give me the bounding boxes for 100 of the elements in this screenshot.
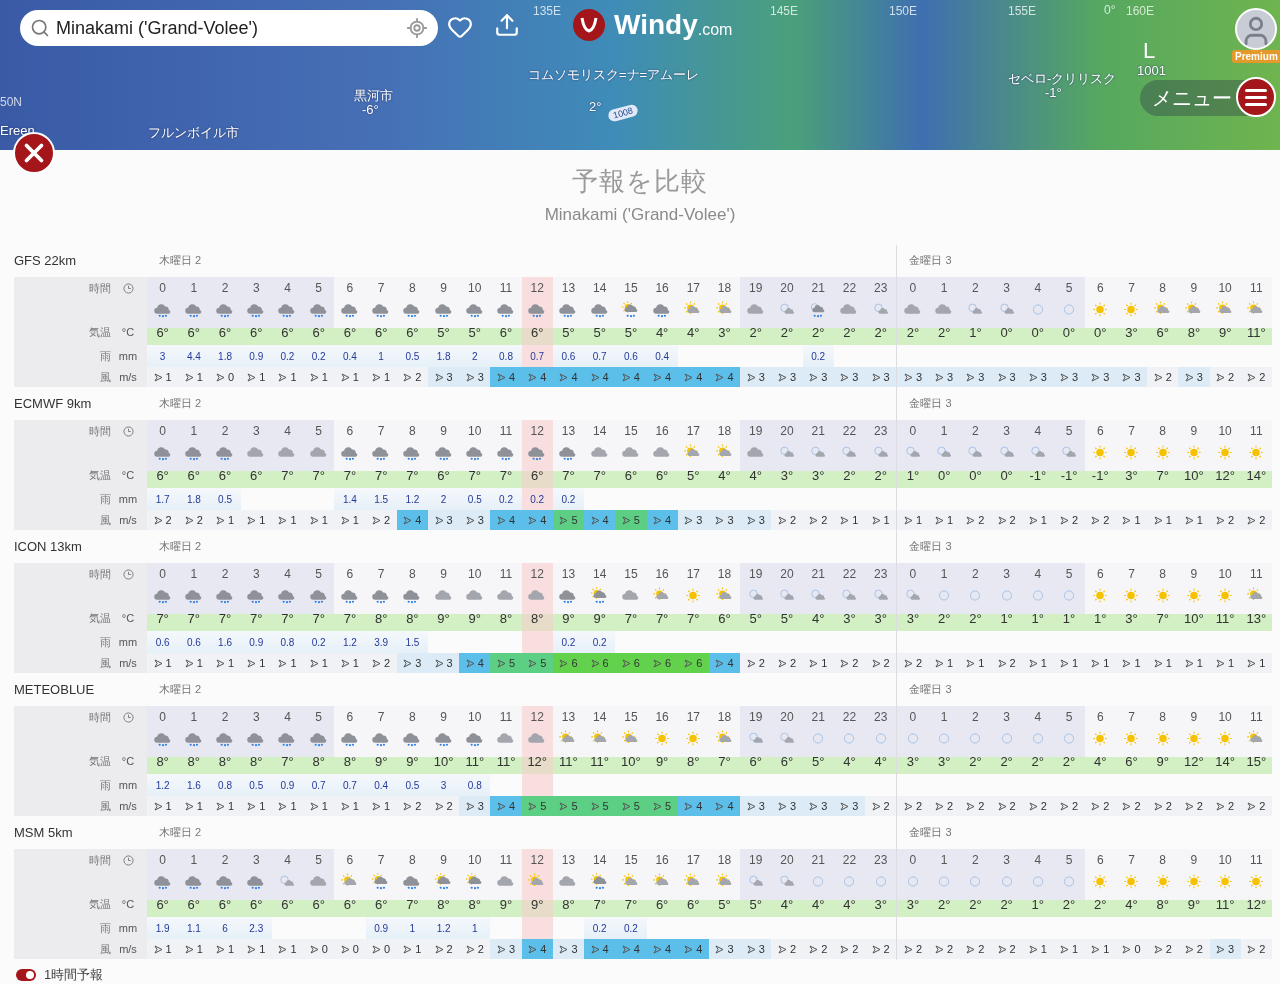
clear-night-icon xyxy=(939,589,950,601)
wind-speed: 2 xyxy=(1259,514,1266,526)
wind-speed: 1 xyxy=(165,371,172,383)
wind-arrow-icon xyxy=(1247,801,1257,811)
hour-label: 11 xyxy=(1250,852,1263,869)
hour-label: 20 xyxy=(780,566,794,583)
hour-label: 13 xyxy=(561,852,576,869)
cloud-icon xyxy=(653,446,670,457)
wind-arrow-icon xyxy=(403,372,413,382)
cloud-icon xyxy=(247,446,264,457)
hour-label: 12 xyxy=(530,280,544,297)
heart-icon[interactable] xyxy=(447,14,473,40)
wind-speed: 6 xyxy=(571,657,578,669)
hour-label: 9 xyxy=(1190,852,1198,869)
wind-arrow-icon xyxy=(340,658,350,668)
rain-cloud-icon xyxy=(153,303,170,317)
wind-speed: 3 xyxy=(978,371,985,383)
wind-arrow-icon xyxy=(184,515,194,525)
search-field[interactable]: Minakami ('Grand-Volee') xyxy=(20,10,438,46)
hour-label: 8 xyxy=(1159,423,1167,440)
hour-label: 4 xyxy=(284,280,291,297)
sun-icon xyxy=(1093,301,1108,317)
wind-speed: 1 xyxy=(259,943,266,955)
sun-icon xyxy=(1093,873,1108,889)
hour-label: 1 xyxy=(940,566,948,583)
rain-amount: 0.5 xyxy=(240,774,272,796)
map-label: 黒河市 xyxy=(354,87,393,105)
rain-amount: 2 xyxy=(459,345,491,367)
wind-speed: 0 xyxy=(228,371,235,383)
menu-label[interactable]: メニュー xyxy=(1140,80,1250,116)
wind-speed: 2 xyxy=(821,514,828,526)
rain-cloud-icon xyxy=(216,446,233,460)
hour-label: 0 xyxy=(909,852,917,869)
model-name: ECMWF 9km xyxy=(14,394,93,413)
wind-arrow-icon xyxy=(1153,515,1163,525)
hour-label: 8 xyxy=(1159,709,1167,726)
hour-label: 4 xyxy=(284,566,291,583)
wind-arrow-icon xyxy=(871,944,881,954)
clear-night-icon xyxy=(1063,732,1075,744)
hour-label: 15 xyxy=(624,709,638,726)
map-label: -1° xyxy=(1045,85,1062,100)
hourly-toggle[interactable] xyxy=(16,969,36,981)
wind-speed: 4 xyxy=(602,371,609,383)
wind-speed: 1 xyxy=(259,657,266,669)
share-icon[interactable] xyxy=(494,12,520,38)
wind-arrow-icon xyxy=(496,944,506,954)
map-label: -6° xyxy=(362,102,379,117)
wind-arrow-icon xyxy=(1153,372,1163,382)
rain-cloud-icon xyxy=(185,589,202,603)
wind-arrow-icon xyxy=(216,944,225,954)
hour-label: 0 xyxy=(909,566,917,583)
avatar[interactable] xyxy=(1235,8,1277,50)
wind-arrow-icon xyxy=(528,944,538,954)
wind-arrow-icon xyxy=(1247,515,1257,525)
map-label: Ereen xyxy=(0,123,35,138)
rain-cloud-icon xyxy=(341,589,358,603)
hour-label: 11 xyxy=(499,423,513,440)
row-label: 時間 xyxy=(89,423,111,439)
wind-speed: 3 xyxy=(1228,943,1235,955)
wind-speed: 5 xyxy=(602,800,609,812)
sun-icon xyxy=(1093,730,1108,746)
clear-night-icon xyxy=(907,875,918,887)
wind-speed: 2 xyxy=(1165,800,1172,812)
cloud-icon xyxy=(497,875,514,886)
clear-night-icon xyxy=(844,875,855,887)
sun-cloud-icon xyxy=(715,729,731,744)
wind-speed: 6 xyxy=(602,657,609,669)
sun-cloud-icon xyxy=(715,443,731,458)
hour-label: 7 xyxy=(1128,709,1135,726)
wind-arrow-icon xyxy=(935,658,945,668)
wind-arrow-icon xyxy=(1091,944,1101,954)
menu-button[interactable] xyxy=(1236,77,1276,117)
hour-label: 3 xyxy=(252,280,260,297)
unit-label: °C xyxy=(120,755,136,767)
wind-speed: 4 xyxy=(508,371,516,383)
weather-map[interactable]: Minakami ('Grand-Volee') Windy.com Premium メニュー 135E 145E 150E 155E 0° 160E コムソモリスク=ナ=アムーレ 2° 1008 黒河市 -6° セベロ-クリリスク -1° L 1001 50N Ereen フルンボイル市 xyxy=(0,0,1280,150)
wind-arrow-icon xyxy=(715,515,725,525)
wind-speed: 2 xyxy=(1134,800,1141,812)
premium-badge: Premium xyxy=(1232,50,1280,63)
hour-label: 9 xyxy=(440,852,447,869)
hour-label: 7 xyxy=(377,709,385,726)
rain-cloud-icon xyxy=(185,446,202,460)
sun-cloud-icon xyxy=(715,586,731,601)
day-label: 金曜日 3 xyxy=(908,395,953,411)
wind-speed: 4 xyxy=(633,371,640,383)
cloud-icon xyxy=(278,446,295,457)
rain-cloud-icon xyxy=(309,589,327,603)
wind-arrow-icon xyxy=(935,372,945,382)
hour-label: 10 xyxy=(468,566,482,583)
wind-speed: 3 xyxy=(915,371,922,383)
locate-icon[interactable] xyxy=(406,17,428,39)
hour-label: 1 xyxy=(940,280,948,297)
sun-icon xyxy=(1217,444,1233,460)
wind-speed: 3 xyxy=(446,657,453,669)
wind-speed: 1 xyxy=(1103,943,1110,955)
rain-amount: 0.2 xyxy=(490,488,522,510)
hour-label: 7 xyxy=(1128,423,1135,440)
wind-arrow-icon xyxy=(715,372,725,382)
wind-arrow-icon xyxy=(1059,515,1069,525)
sun-icon xyxy=(1249,873,1264,889)
